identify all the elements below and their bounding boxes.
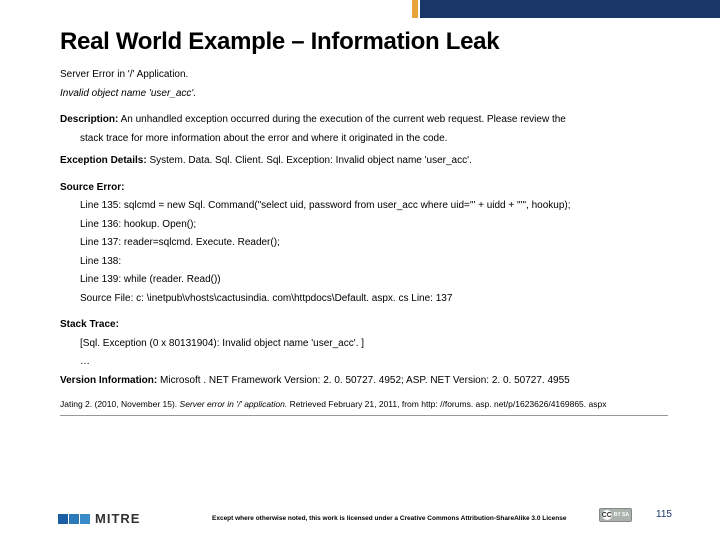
logo-box-icon (58, 514, 68, 524)
code-line-139: Line 139: while (reader. Read()) (60, 271, 668, 289)
exception-details: Exception Details: System. Data. Sql. Cl… (60, 152, 668, 170)
code-line-136: Line 136: hookup. Open(); (60, 216, 668, 234)
license-text: Except where otherwise noted, this work … (212, 515, 566, 522)
citation-rest: Retrieved February 21, 2011, from http: … (287, 399, 606, 409)
version-info-label: Version Information: (60, 375, 157, 386)
cc-by-sa: BY SA (614, 513, 629, 518)
brand-stripe (420, 0, 720, 18)
version-info-text: Microsoft . NET Framework Version: 2. 0.… (157, 375, 569, 386)
logo-box-icon (69, 514, 79, 524)
code-line-135: Line 135: sqlcmd = new Sql. Command("sel… (60, 197, 668, 215)
slide-title: Real World Example – Information Leak (60, 28, 668, 56)
server-error-line: Server Error in '/' Application. (60, 66, 668, 84)
description-line1: Description: An unhandled exception occu… (60, 111, 668, 129)
source-error-label: Source Error: (60, 179, 668, 197)
mitre-logo: MITRE (58, 511, 140, 526)
stack-trace-label: Stack Trace: (60, 316, 668, 334)
citation: Jating 2. (2010, November 15). Server er… (60, 399, 668, 409)
logo-box-icon (80, 514, 90, 524)
description-label: Description: (60, 114, 118, 125)
description-text2: stack trace for more information about t… (60, 130, 668, 148)
page-number: 115 (656, 509, 672, 520)
stack-trace-ellipsis: … (60, 353, 668, 371)
cc-badge-icon: CC BY SA (599, 508, 632, 522)
logo-text: MITRE (95, 511, 140, 526)
exception-details-label: Exception Details: (60, 155, 147, 166)
stack-trace-line1: [Sql. Exception (0 x 80131904): Invalid … (60, 335, 668, 353)
exception-details-text: System. Data. Sql. Client. Sql. Exceptio… (147, 155, 472, 166)
footer: MITRE Except where otherwise noted, this… (0, 490, 720, 532)
error-body: Server Error in '/' Application. Invalid… (60, 66, 668, 389)
version-info: Version Information: Microsoft . NET Fra… (60, 372, 668, 390)
invalid-object-line: Invalid object name 'user_acc'. (60, 85, 668, 103)
code-line-138: Line 138: (60, 253, 668, 271)
source-file-line: Source File: c: \inetpub\vhosts\cactusin… (60, 290, 668, 308)
cc-circle-icon: CC (602, 510, 612, 520)
citation-title: Server error in '/' application. (180, 399, 288, 409)
divider (60, 415, 668, 416)
slide-content: Real World Example – Information Leak Se… (0, 0, 720, 409)
citation-author: Jating 2. (2010, November 15). (60, 399, 180, 409)
code-line-137: Line 137: reader=sqlcmd. Execute. Reader… (60, 234, 668, 252)
description-text1: An unhandled exception occurred during t… (118, 114, 566, 125)
